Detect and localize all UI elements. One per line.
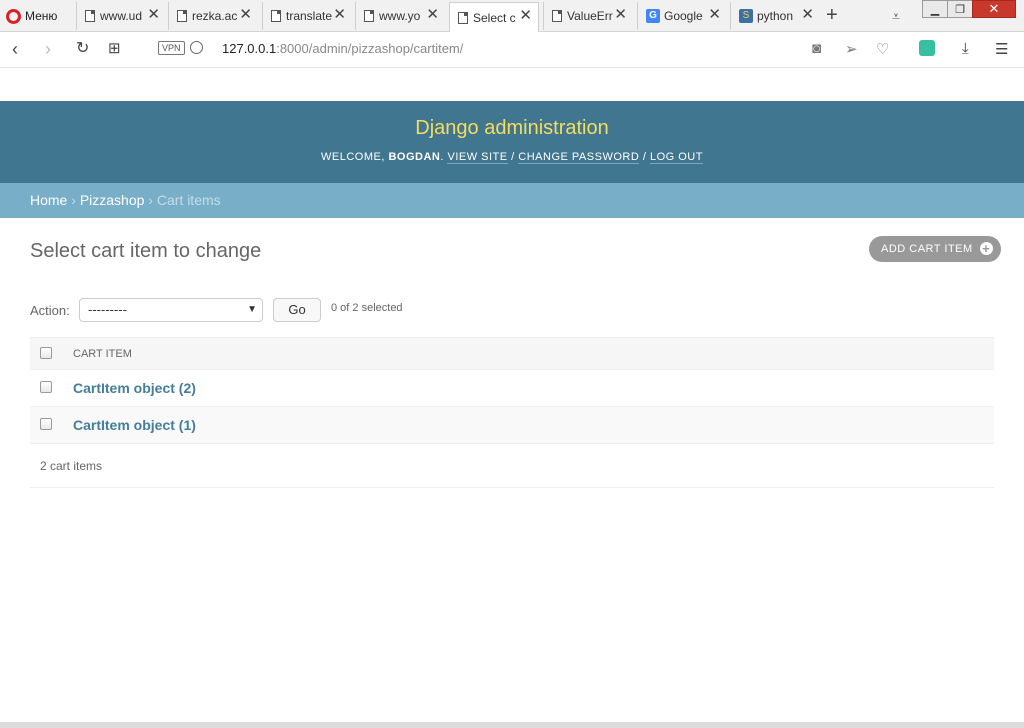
- close-tab-icon[interactable]: ✕: [147, 7, 160, 22]
- tab-label: python: [757, 9, 794, 23]
- tab-label: translate: [286, 9, 332, 23]
- close-tab-icon[interactable]: ✕: [614, 7, 627, 22]
- breadcrumb-separator: ›: [148, 192, 153, 208]
- url-path: :8000/admin/pizzashop/cartitem/: [276, 41, 464, 56]
- separator: /: [642, 151, 647, 163]
- browser-tab-strip: Меню www.ud ✕ rezka.ac ✕ translate ✕ www…: [0, 0, 1024, 32]
- tab-label: rezka.ac: [192, 9, 238, 23]
- add-button-label: Add cart item: [881, 243, 973, 255]
- forward-icon[interactable]: ›: [45, 40, 51, 58]
- breadcrumb-app[interactable]: Pizzashop: [80, 192, 145, 208]
- action-selected-option: ---------: [88, 302, 127, 317]
- browser-tab[interactable]: www.ud ✕: [76, 2, 166, 30]
- page-content: Django administration Welcome, bogdan. V…: [0, 69, 1024, 725]
- selection-counter: 0 of 2 selected: [331, 302, 403, 314]
- admin-header: Django administration Welcome, bogdan. V…: [0, 101, 1024, 183]
- action-select[interactable]: --------- ▼: [79, 298, 263, 322]
- document-icon: [271, 10, 281, 22]
- cart-item-link[interactable]: CartItem object (1): [73, 417, 196, 433]
- select-all-checkbox[interactable]: [40, 347, 52, 359]
- close-tab-icon[interactable]: ✕: [426, 7, 439, 22]
- reload-icon[interactable]: ↻: [76, 40, 89, 58]
- heart-bookmark-icon[interactable]: ♡: [876, 40, 889, 58]
- opera-logo-icon: [6, 8, 21, 24]
- python-icon: S: [739, 9, 753, 23]
- view-site-link[interactable]: View site: [447, 151, 508, 164]
- tab-label: ValueErr: [567, 9, 613, 23]
- tab-label: Select c: [473, 10, 516, 25]
- welcome-text: Welcome,: [321, 151, 385, 163]
- download-icon[interactable]: ⤓: [962, 40, 969, 57]
- google-translate-icon: G: [646, 9, 660, 23]
- extension-icon[interactable]: [919, 40, 935, 56]
- browser-tab[interactable]: G Google ✕: [637, 2, 727, 30]
- close-tab-icon[interactable]: ✕: [519, 8, 532, 23]
- breadcrumb-separator: ›: [71, 192, 76, 208]
- browser-menu-button[interactable]: Меню: [6, 6, 57, 26]
- action-controls: --------- ▼ Go 0 of 2 selected: [30, 297, 450, 325]
- add-cart-item-button[interactable]: Add cart item +: [869, 236, 1001, 262]
- row-checkbox[interactable]: [40, 418, 52, 430]
- breadcrumb-current: Cart items: [156, 192, 221, 208]
- result-count: 2 cart items: [30, 450, 994, 488]
- url-field[interactable]: 127.0.0.1:8000/admin/pizzashop/cartitem/: [222, 41, 463, 56]
- breadcrumb: Home › Pizzashop › Cart items: [0, 183, 1024, 218]
- user-tools: Welcome, bogdan. View site / Change pass…: [321, 151, 703, 164]
- results-table: Cart item CartItem object (2) CartItem o…: [30, 337, 994, 444]
- new-tab-button[interactable]: +: [826, 4, 838, 27]
- go-button[interactable]: Go: [273, 298, 321, 322]
- close-tab-icon[interactable]: ✕: [708, 7, 721, 22]
- globe-icon[interactable]: [190, 41, 203, 54]
- document-icon: [364, 10, 374, 22]
- close-tab-icon[interactable]: ✕: [333, 7, 346, 22]
- column-header-cart-item[interactable]: Cart item: [73, 348, 132, 360]
- page-title: Select cart item to change: [30, 240, 262, 262]
- close-tab-icon[interactable]: ✕: [801, 7, 814, 22]
- snapshot-camera-icon[interactable]: ◙: [812, 40, 821, 57]
- table-row: CartItem object (1): [30, 407, 994, 444]
- address-bar: ‹ › ↻ ⊞ VPN 127.0.0.1:8000/admin/pizzash…: [0, 32, 1024, 68]
- restore-window-icon[interactable]: ❐: [947, 0, 973, 18]
- document-icon: [458, 11, 468, 24]
- dropdown-arrow-icon: ▼: [247, 304, 257, 315]
- separator: /: [511, 151, 515, 163]
- back-icon[interactable]: ‹: [12, 40, 18, 58]
- tab-menu-icon[interactable]: ⩡: [892, 8, 900, 25]
- row-checkbox[interactable]: [40, 381, 52, 393]
- browser-tab[interactable]: S python ✕: [730, 2, 820, 30]
- table-row: CartItem object (2): [30, 370, 994, 407]
- table-header: Cart item: [30, 337, 994, 370]
- username: bogdan: [388, 151, 441, 163]
- browser-tab[interactable]: ValueErr ✕: [543, 2, 633, 30]
- cart-item-link[interactable]: CartItem object (2): [73, 380, 196, 396]
- browser-tab-active[interactable]: Select c ✕: [449, 2, 539, 32]
- easy-setup-icon[interactable]: ☰: [995, 40, 1008, 58]
- close-window-icon[interactable]: ✕: [972, 0, 1016, 18]
- log-out-link[interactable]: Log out: [649, 151, 703, 164]
- browser-tab[interactable]: www.yo ✕: [355, 2, 445, 30]
- window-bottom-edge: [0, 722, 1024, 728]
- speed-dial-grid-icon[interactable]: ⊞: [108, 40, 121, 58]
- browser-tab[interactable]: rezka.ac ✕: [168, 2, 258, 30]
- browser-tab[interactable]: translate ✕: [262, 2, 352, 30]
- tab-label: www.ud: [100, 9, 143, 23]
- document-icon: [552, 10, 562, 22]
- url-host: 127.0.0.1: [222, 41, 277, 56]
- tab-label: Google: [664, 9, 703, 23]
- minimize-window-icon[interactable]: ▁: [922, 0, 948, 18]
- close-tab-icon[interactable]: ✕: [239, 7, 252, 22]
- browser-menu-label: Меню: [25, 9, 58, 23]
- plus-icon: +: [979, 242, 993, 255]
- send-icon[interactable]: ➢: [845, 40, 858, 58]
- change-password-link[interactable]: Change password: [518, 151, 640, 164]
- vpn-badge[interactable]: VPN: [158, 41, 185, 55]
- window-controls: ▁ ❐ ✕: [922, 0, 1016, 20]
- site-name[interactable]: Django administration: [0, 117, 1024, 140]
- breadcrumb-home[interactable]: Home: [30, 192, 67, 208]
- document-icon: [85, 10, 95, 22]
- tab-label: www.yo: [379, 9, 421, 23]
- document-icon: [177, 10, 187, 22]
